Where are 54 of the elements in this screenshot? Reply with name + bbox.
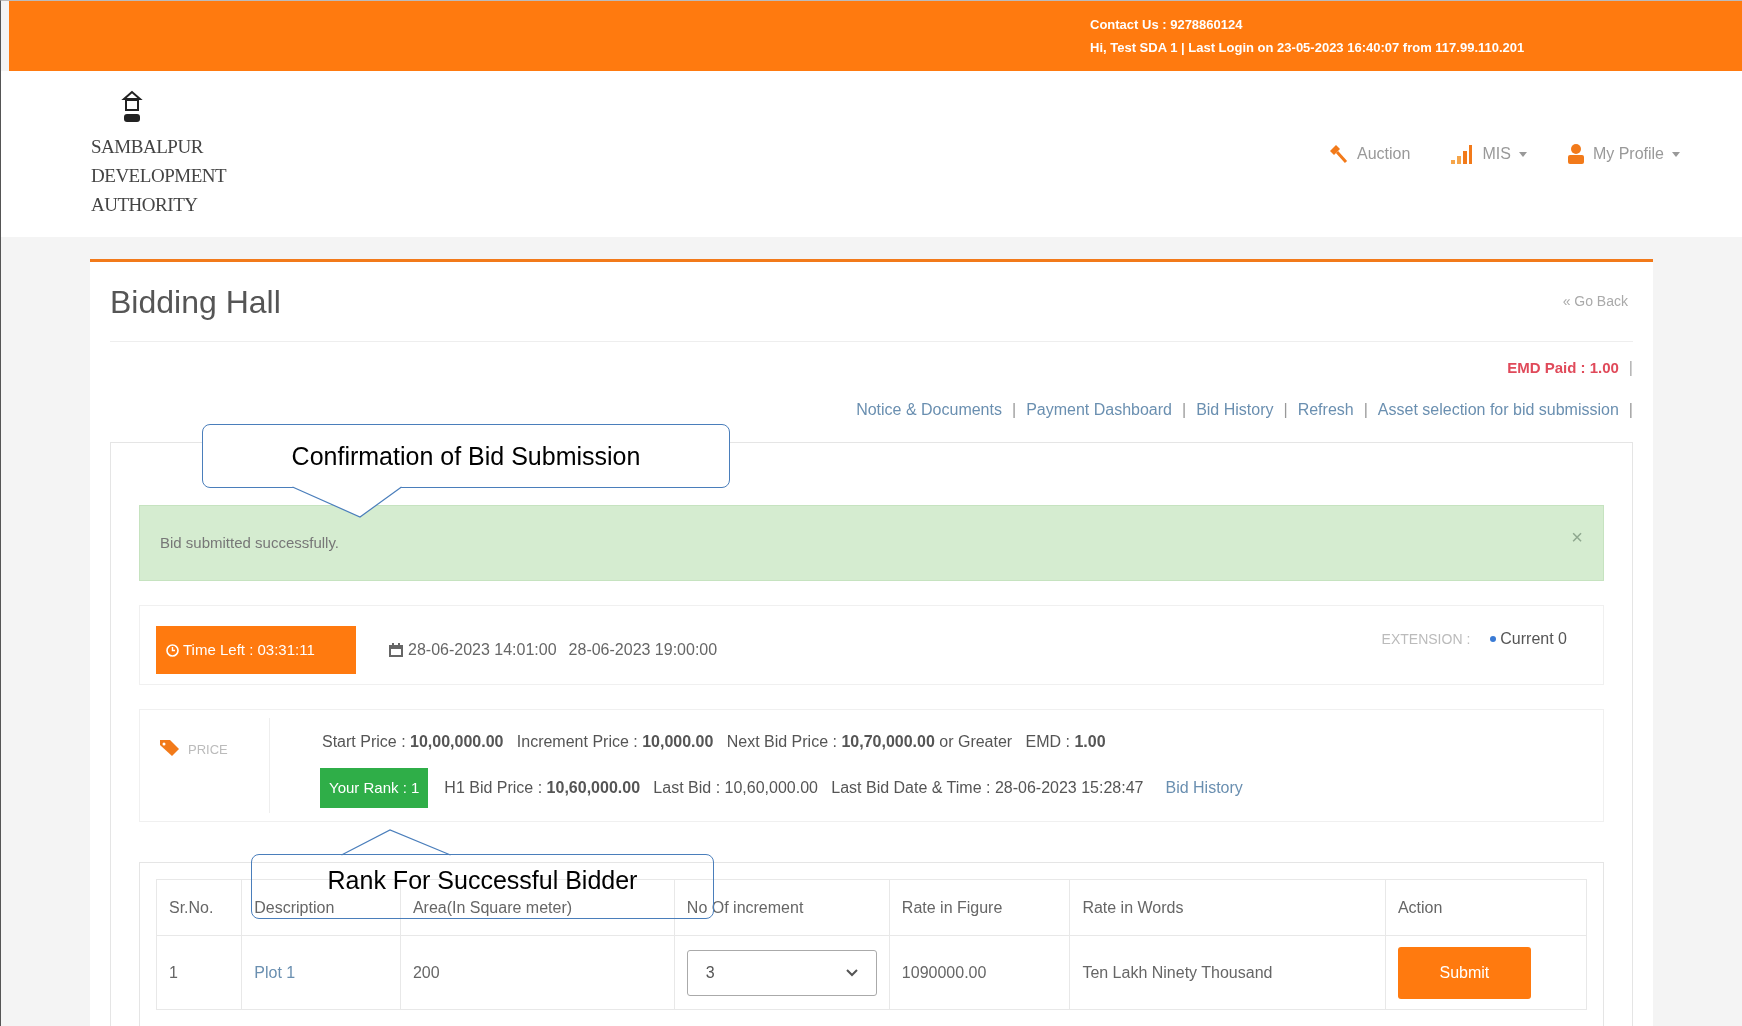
table-cell: 1	[156, 935, 242, 1010]
tag-icon	[160, 740, 180, 756]
separator-text: |	[1283, 400, 1288, 420]
page-title: Bidding Hall	[110, 282, 281, 322]
submit-button[interactable]: Submit	[1397, 946, 1531, 999]
extension-value: Current 0	[1500, 629, 1567, 649]
table-cell: 1090000.00	[889, 935, 1070, 1010]
table-cell: 200	[400, 935, 675, 1010]
toolbar-link[interactable]: Bid History	[1196, 398, 1274, 422]
callout-text: Rank For Successful Bidder	[327, 867, 638, 893]
start-date-text: 28-06-2023 14:01:00	[408, 640, 557, 660]
toolbar-link[interactable]: Notice & Documents	[856, 398, 1002, 422]
contact-text: Contact Us : 9278860124	[1090, 15, 1244, 34]
separator-text: |	[1628, 358, 1633, 378]
extension-label: EXTENSION :	[1381, 629, 1471, 649]
clock-icon	[166, 643, 179, 657]
separator-text: |	[1363, 400, 1368, 420]
login-info-text: Hi, Test SDA 1 | Last Login on 23-05-2023 16:40:07 from 117.99.110.201	[1090, 39, 1526, 57]
table-cell: Ten Lakh Ninety Thousand	[1069, 935, 1386, 1010]
logo-text: SAMBALPUR	[91, 134, 203, 159]
separator-text: |	[1628, 400, 1633, 420]
plot-link[interactable]: Plot 1	[241, 935, 401, 1010]
calendar-icon	[388, 642, 404, 658]
nav-link[interactable]: Auction	[1327, 142, 1411, 166]
close-button[interactable]: ×	[1571, 522, 1583, 552]
column-header: Rate in Figure	[889, 879, 1070, 936]
end-date-text: 28-06-2023 19:00:00	[568, 640, 718, 660]
time-left-badge: Time Left : 03:31:11	[156, 626, 356, 674]
price-details-text: Start Price : 10,00,000.00 Increment Price : 10,000.00 Next Bid Price : 10,70,000.00 or Greater EMD : 1.00	[322, 732, 1107, 752]
callout-text: Confirmation of Bid Submission	[291, 443, 641, 469]
chevron-down-icon	[845, 968, 858, 977]
user-icon	[1566, 144, 1585, 164]
emd-paid-text: EMD Paid : 1.00	[1507, 357, 1619, 378]
column-header: Action	[1385, 879, 1587, 936]
logo-text: AUTHORITY	[91, 192, 198, 217]
bid-history-link[interactable]: Bid History	[1165, 776, 1243, 800]
emblem-icon	[121, 89, 143, 124]
toolbar-link[interactable]: Refresh	[1297, 398, 1354, 422]
toolbar-link[interactable]: Asset selection for bid submission	[1377, 398, 1619, 422]
nav-link[interactable]: My Profile	[1566, 142, 1680, 166]
separator-text: |	[1011, 400, 1017, 420]
go-back-link[interactable]: « Go Back	[1562, 291, 1628, 312]
logo-text: DEVELOPMENT	[91, 163, 227, 188]
nav-link[interactable]: MIS	[1450, 142, 1527, 166]
separator-text: |	[1182, 400, 1187, 420]
alert-message: Bid submitted successfully.	[160, 532, 339, 553]
rank-badge: Your Rank : 1	[320, 768, 429, 808]
increment-dropdown[interactable]: 3	[686, 949, 877, 996]
toolbar-link[interactable]: Payment Dashboard	[1026, 398, 1172, 422]
column-header: Sr.No.	[156, 879, 242, 936]
bid-details-text: H1 Bid Price : 10,60,000.00 Last Bid : 10,60,000.00 Last Bid Date & Time : 28-06-2023 15:28:47	[444, 778, 1144, 798]
bar-chart-icon	[1450, 144, 1475, 164]
column-header: Rate in Words	[1069, 879, 1386, 936]
price-label: PRICE	[188, 741, 228, 759]
